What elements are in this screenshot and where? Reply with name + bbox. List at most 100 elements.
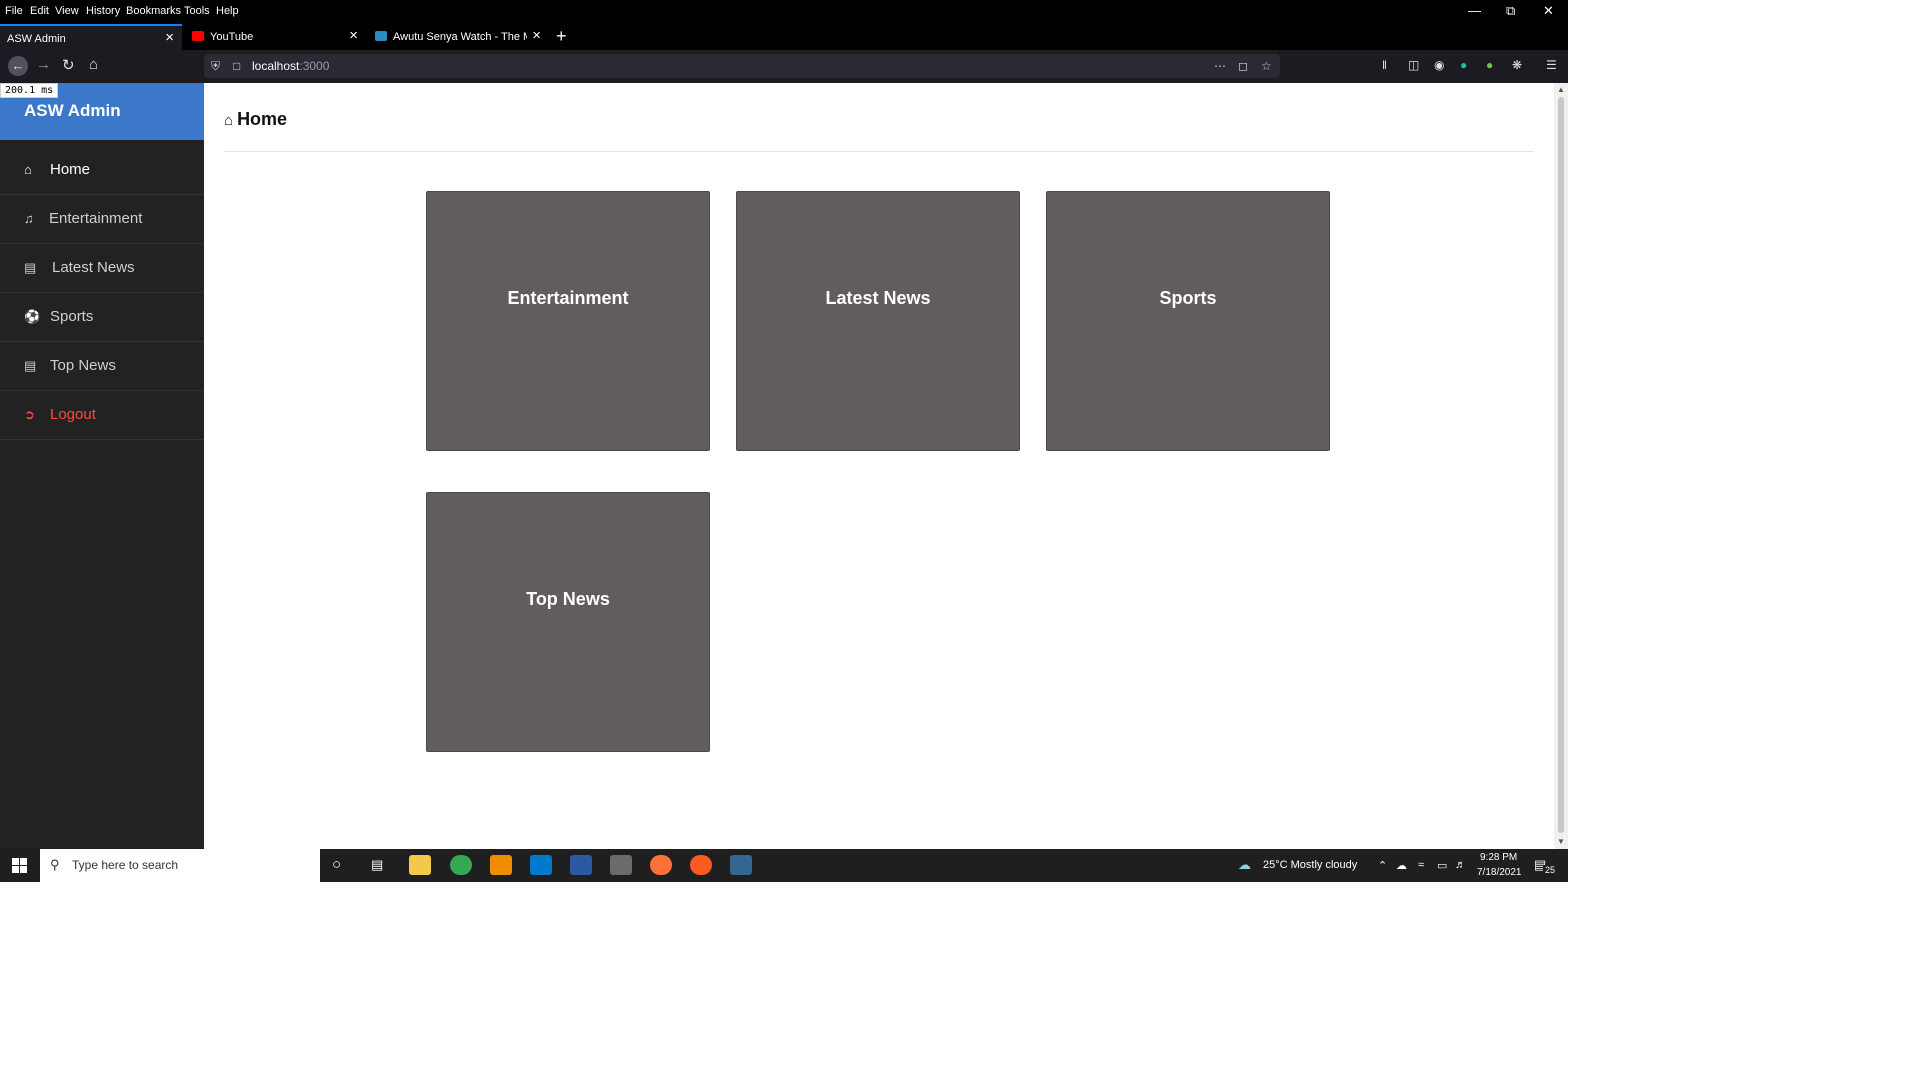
tab-title: ASW Admin <box>7 33 66 45</box>
hamburger-menu-icon[interactable]: ☰ <box>1546 58 1557 72</box>
file-explorer-icon[interactable] <box>409 855 431 875</box>
battery-icon[interactable]: ▭ <box>1437 859 1447 872</box>
sidebar-item-label: Latest News <box>52 259 135 276</box>
url-host: localhost <box>252 59 300 73</box>
sidebar-toggle-icon[interactable]: ◫ <box>1408 58 1419 72</box>
brand-title: ASW Admin <box>24 101 121 120</box>
vscode-icon[interactable] <box>530 855 552 875</box>
close-icon[interactable]: × <box>349 27 358 44</box>
sidebar-item-entertainment[interactable]: ♫ Entertainment <box>0 195 204 244</box>
browser-navigation-bar: ← → ↻ ⌂ ⛨ □ localhost:3000 ⋯ ◻ ☆ ‖ ◫ ◉ ●… <box>0 50 1568 83</box>
cortana-icon[interactable]: ○ <box>332 856 341 873</box>
menu-bookmarks[interactable]: Bookmarks <box>126 5 181 17</box>
volume-icon[interactable]: ♬ <box>1455 859 1466 871</box>
menu-tools[interactable]: Tools <box>184 5 210 17</box>
clock-time[interactable]: 9:28 PM <box>1480 852 1517 863</box>
extension-icon[interactable]: ● <box>1486 58 1493 72</box>
sidebar-item-top-news[interactable]: ▤ Top News <box>0 342 204 391</box>
card-sports[interactable]: Sports <box>1046 191 1330 451</box>
notification-count: 25 <box>1543 865 1558 875</box>
home-icon[interactable]: ⌂ <box>89 56 98 73</box>
site-favicon-icon <box>375 31 387 41</box>
admin-sidebar: ASW Admin ⌂ Home ♫ Entertainment ▤ Lates… <box>0 83 204 849</box>
window-close-icon[interactable]: ✕ <box>1543 3 1554 19</box>
youtube-icon <box>192 31 204 41</box>
postman-icon[interactable] <box>690 855 712 875</box>
sidebar-item-label: Top News <box>50 357 116 374</box>
sidebar-item-logout[interactable]: ➲ Logout <box>0 391 204 440</box>
page-title: ⌂ Home <box>224 109 287 130</box>
header-divider <box>224 151 1534 152</box>
forward-icon[interactable]: → <box>36 56 51 73</box>
back-icon[interactable]: ← <box>8 56 28 76</box>
page-scrollbar[interactable]: ▲ ▼ <box>1554 83 1568 849</box>
vlc-icon[interactable] <box>490 855 512 875</box>
scroll-down-icon[interactable]: ▼ <box>1557 837 1565 846</box>
sidebar-item-sports[interactable]: ⚽ Sports <box>0 293 204 342</box>
page-title-text: Home <box>237 109 288 129</box>
chrome-icon[interactable] <box>450 855 472 875</box>
card-latest-news[interactable]: Latest News <box>736 191 1020 451</box>
close-icon[interactable]: × <box>532 27 541 44</box>
shield-icon[interactable]: ⛨ <box>211 59 220 74</box>
page-icon: □ <box>233 59 241 73</box>
sidebar-item-latest-news[interactable]: ▤ Latest News <box>0 244 204 293</box>
card-entertainment[interactable]: Entertainment <box>426 191 710 451</box>
taskbar-search-box[interactable]: ⚲ Type here to search <box>40 849 320 882</box>
menu-view[interactable]: View <box>55 5 79 17</box>
windows-taskbar: ⚲ Type here to search ○ ▤ ☁ 25°C Mostly … <box>0 849 1568 882</box>
scroll-up-icon[interactable]: ▲ <box>1557 85 1565 94</box>
reload-icon[interactable]: ↻ <box>62 56 75 74</box>
scrollbar-thumb[interactable] <box>1558 97 1564 833</box>
new-tab-icon[interactable]: + <box>556 26 567 47</box>
menu-history[interactable]: History <box>86 5 120 17</box>
search-icon: ⚲ <box>50 857 60 872</box>
bookmark-star-icon[interactable]: ☆ <box>1261 59 1272 73</box>
tab-title: Awutu Senya Watch - The Mou <box>393 31 527 43</box>
pocket-icon[interactable]: ◻ <box>1238 59 1248 73</box>
menu-file[interactable]: File <box>5 5 23 17</box>
onedrive-icon[interactable]: ☁ <box>1396 859 1407 872</box>
sidebar-item-home[interactable]: ⌂ Home <box>0 146 204 195</box>
account-icon[interactable]: ◉ <box>1434 58 1444 72</box>
weather-icon[interactable]: ☁ <box>1238 857 1251 873</box>
react-devtools-icon[interactable]: ❋ <box>1512 58 1522 72</box>
home-icon: ⌂ <box>24 162 32 177</box>
grammarly-icon[interactable]: ● <box>1460 58 1467 72</box>
sidebar-item-label: Logout <box>50 406 96 423</box>
card-top-news[interactable]: Top News <box>426 492 710 752</box>
powershell-icon[interactable] <box>570 855 592 875</box>
soccer-ball-icon: ⚽ <box>24 309 41 324</box>
search-placeholder: Type here to search <box>72 858 179 872</box>
tab-strip: ASW Admin × YouTube × Awutu Senya Watch … <box>0 24 1568 50</box>
clock-date[interactable]: 7/18/2021 <box>1477 867 1522 878</box>
windows-start-icon[interactable] <box>12 858 27 873</box>
tray-chevron-icon[interactable]: ⌃ <box>1378 859 1387 872</box>
browser-menu-bar: File Edit View History Bookmarks Tools H… <box>0 0 1568 24</box>
menu-edit[interactable]: Edit <box>30 5 49 17</box>
card-label: Top News <box>526 589 610 609</box>
minimize-icon[interactable]: — <box>1468 3 1481 18</box>
close-icon[interactable]: × <box>165 29 174 46</box>
restore-icon[interactable]: ⧉ <box>1506 3 1515 19</box>
card-label: Entertainment <box>507 288 629 308</box>
url-text[interactable]: localhost:3000 <box>252 59 329 73</box>
tab-asw-admin[interactable]: ASW Admin × <box>0 24 182 50</box>
sidebar-item-label: Home <box>50 161 91 178</box>
tab-awutu-senya[interactable]: Awutu Senya Watch - The Mou × <box>367 24 549 50</box>
git-icon[interactable] <box>610 855 632 875</box>
network-icon[interactable]: ≈ <box>1418 859 1424 871</box>
library-icon[interactable]: ‖ <box>1382 58 1387 72</box>
newspaper-icon: ▤ <box>24 260 37 275</box>
render-time-badge: 200.1 ms <box>0 83 59 98</box>
menu-help[interactable]: Help <box>216 5 239 17</box>
home-icon: ⌂ <box>224 112 234 129</box>
main-content: ⌂ Home Entertainment Latest News Sports T… <box>204 83 1554 849</box>
more-actions-icon[interactable]: ⋯ <box>1214 59 1226 73</box>
tab-youtube[interactable]: YouTube × <box>184 24 366 50</box>
url-bar[interactable]: ⛨ □ localhost:3000 ⋯ ◻ ☆ <box>204 54 1280 78</box>
pgadmin-icon[interactable] <box>730 855 752 875</box>
task-view-icon[interactable]: ▤ <box>371 857 383 873</box>
firefox-icon[interactable] <box>650 855 672 875</box>
weather-text[interactable]: 25°C Mostly cloudy <box>1263 859 1357 871</box>
